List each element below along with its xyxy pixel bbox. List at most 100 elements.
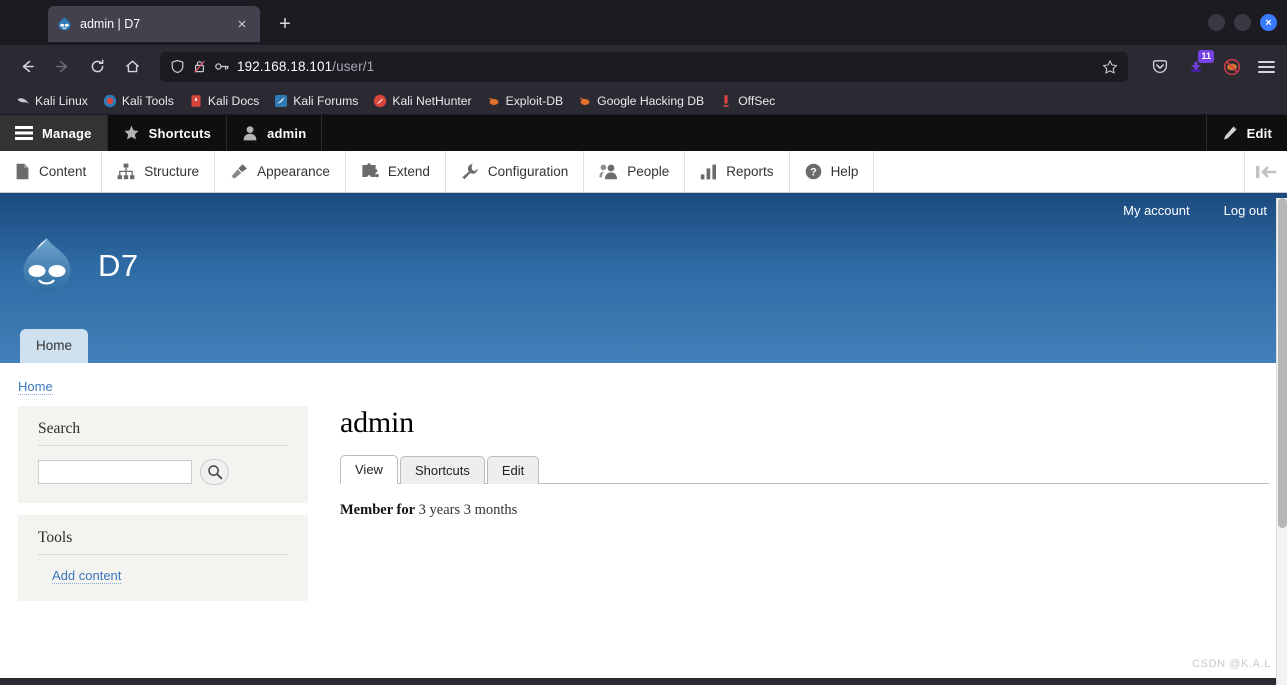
menu-item-content[interactable]: Content bbox=[0, 151, 103, 192]
bookmark-offsec[interactable]: OffSec bbox=[713, 92, 781, 110]
list-item: Add content bbox=[52, 568, 288, 584]
search-input[interactable] bbox=[38, 460, 192, 484]
new-tab-button[interactable]: + bbox=[272, 13, 298, 39]
pocket-icon[interactable] bbox=[1145, 52, 1175, 82]
tools-block: Tools Add content bbox=[18, 515, 308, 601]
star-icon bbox=[123, 125, 140, 141]
toolbar-edit-label: Edit bbox=[1246, 125, 1272, 141]
search-submit-button[interactable] bbox=[200, 459, 229, 485]
pencil-icon bbox=[1222, 125, 1238, 141]
reload-icon[interactable] bbox=[82, 52, 112, 82]
bookmark-label: Google Hacking DB bbox=[597, 94, 705, 108]
key-icon[interactable] bbox=[214, 59, 230, 74]
url-bar[interactable]: 192.168.18.101/user/1 bbox=[160, 51, 1128, 82]
user-icon bbox=[242, 125, 258, 141]
tab-edit[interactable]: Edit bbox=[486, 456, 540, 484]
bookmark-kali-docs[interactable]: Kali Docs bbox=[183, 92, 265, 110]
scrollbar-thumb[interactable] bbox=[1278, 198, 1287, 528]
shield-icon[interactable] bbox=[170, 59, 185, 74]
breadcrumb-home-link[interactable]: Home bbox=[18, 379, 53, 395]
bookmark-kali-nethunter[interactable]: Kali NetHunter bbox=[367, 92, 477, 110]
bookmark-google-hacking-db[interactable]: Google Hacking DB bbox=[572, 92, 710, 110]
site-name: D7 bbox=[98, 248, 139, 283]
toolbar-user-label: admin bbox=[267, 125, 307, 141]
toolbar-manage-label: Manage bbox=[42, 125, 92, 141]
bookmark-label: OffSec bbox=[738, 94, 776, 108]
wrench-icon bbox=[461, 163, 479, 180]
menu-item-label: People bbox=[627, 164, 670, 179]
drupal-drop-icon bbox=[56, 16, 72, 32]
menu-item-label: Content bbox=[39, 164, 87, 179]
member-for-label: Member for bbox=[340, 502, 416, 518]
menu-item-configuration[interactable]: Configuration bbox=[446, 151, 585, 192]
menu-item-appearance[interactable]: Appearance bbox=[215, 151, 346, 192]
url-path: /user/1 bbox=[332, 59, 375, 74]
menu-item-label: Reports bbox=[726, 164, 774, 179]
menu-item-reports[interactable]: Reports bbox=[685, 151, 790, 192]
minimize-button[interactable] bbox=[1208, 14, 1225, 31]
url-text[interactable]: 192.168.18.101/user/1 bbox=[237, 59, 1095, 74]
browser-window: admin | D7 × + × 192.168.18.101/user/1 1… bbox=[0, 0, 1287, 685]
home-icon[interactable] bbox=[117, 52, 147, 82]
toolbar-edit[interactable]: Edit bbox=[1205, 115, 1287, 151]
browser-navigation-bar: 192.168.18.101/user/1 11 bbox=[0, 45, 1287, 88]
drupal-admin-toolbar: Manage Shortcuts admin Edit bbox=[0, 115, 1287, 151]
menu-item-structure[interactable]: Structure bbox=[102, 151, 216, 192]
browser-tab[interactable]: admin | D7 × bbox=[48, 6, 260, 42]
menu-item-label: Extend bbox=[387, 164, 430, 179]
menu-item-label: Appearance bbox=[257, 164, 330, 179]
kali-forums-icon bbox=[274, 94, 288, 108]
bookmark-label: Kali Linux bbox=[35, 94, 88, 108]
bookmark-kali-tools[interactable]: Kali Tools bbox=[97, 92, 180, 110]
back-icon[interactable] bbox=[12, 52, 42, 82]
kali-docs-icon bbox=[189, 94, 203, 108]
menu-filler bbox=[874, 151, 1245, 192]
download-count-badge: 11 bbox=[1198, 49, 1214, 63]
menu-item-help[interactable]: ? Help bbox=[790, 151, 875, 192]
primary-tab-home[interactable]: Home bbox=[20, 329, 89, 363]
toolbar-shortcuts[interactable]: Shortcuts bbox=[108, 115, 228, 151]
toolbar-manage[interactable]: Manage bbox=[0, 115, 108, 151]
menu-item-people[interactable]: People bbox=[584, 151, 686, 192]
star-icon[interactable] bbox=[1102, 59, 1122, 75]
maximize-button[interactable] bbox=[1234, 14, 1251, 31]
breadcrumb: Home bbox=[0, 363, 1287, 395]
bookmark-label: Exploit-DB bbox=[505, 94, 564, 108]
bookmark-kali-linux[interactable]: Kali Linux bbox=[10, 92, 94, 110]
document-icon bbox=[15, 163, 30, 180]
menu-item-extend[interactable]: Extend bbox=[346, 151, 446, 192]
bookmark-label: Kali Tools bbox=[121, 94, 174, 108]
site-branding[interactable]: D7 bbox=[18, 235, 139, 297]
toolbar-user[interactable]: admin bbox=[227, 115, 323, 151]
member-for-row: Member for 3 years 3 months bbox=[340, 502, 1269, 519]
hamburger-icon[interactable] bbox=[1258, 60, 1275, 73]
bookmark-exploit-db[interactable]: Exploit-DB bbox=[481, 92, 570, 110]
forward-icon[interactable] bbox=[47, 52, 77, 82]
blocked-icon[interactable] bbox=[1217, 52, 1247, 82]
local-tasks-tabs: View Shortcuts Edit bbox=[340, 454, 1269, 484]
add-content-link[interactable]: Add content bbox=[52, 568, 122, 584]
bookmark-kali-forums[interactable]: Kali Forums bbox=[268, 92, 364, 110]
orientation-toggle-icon[interactable] bbox=[1245, 151, 1287, 192]
search-block: Search bbox=[18, 406, 308, 503]
tools-link-list: Add content bbox=[38, 568, 288, 584]
bookmark-label: Kali Docs bbox=[207, 94, 260, 108]
toolbar-shortcuts-label: Shortcuts bbox=[148, 125, 212, 141]
search-form bbox=[38, 459, 288, 485]
sitemap-icon bbox=[117, 163, 135, 180]
close-icon[interactable]: × bbox=[232, 14, 252, 34]
close-window-button[interactable]: × bbox=[1260, 14, 1277, 31]
tab-shortcuts[interactable]: Shortcuts bbox=[399, 456, 485, 484]
my-account-link[interactable]: My account bbox=[1123, 203, 1189, 218]
lock-crossed-icon[interactable] bbox=[192, 59, 207, 74]
page-title: admin bbox=[340, 406, 414, 439]
site-header: My account Log out D7 Home bbox=[0, 193, 1287, 363]
logout-link[interactable]: Log out bbox=[1224, 203, 1267, 218]
menu-item-label: Configuration bbox=[487, 164, 569, 179]
page-scrollbar[interactable] bbox=[1276, 198, 1287, 685]
downloads-icon[interactable]: 11 bbox=[1186, 49, 1214, 77]
bookmark-label: Kali NetHunter bbox=[392, 94, 472, 108]
tab-view[interactable]: View bbox=[340, 455, 398, 484]
sidebar: Search Tools Add content bbox=[18, 406, 308, 613]
